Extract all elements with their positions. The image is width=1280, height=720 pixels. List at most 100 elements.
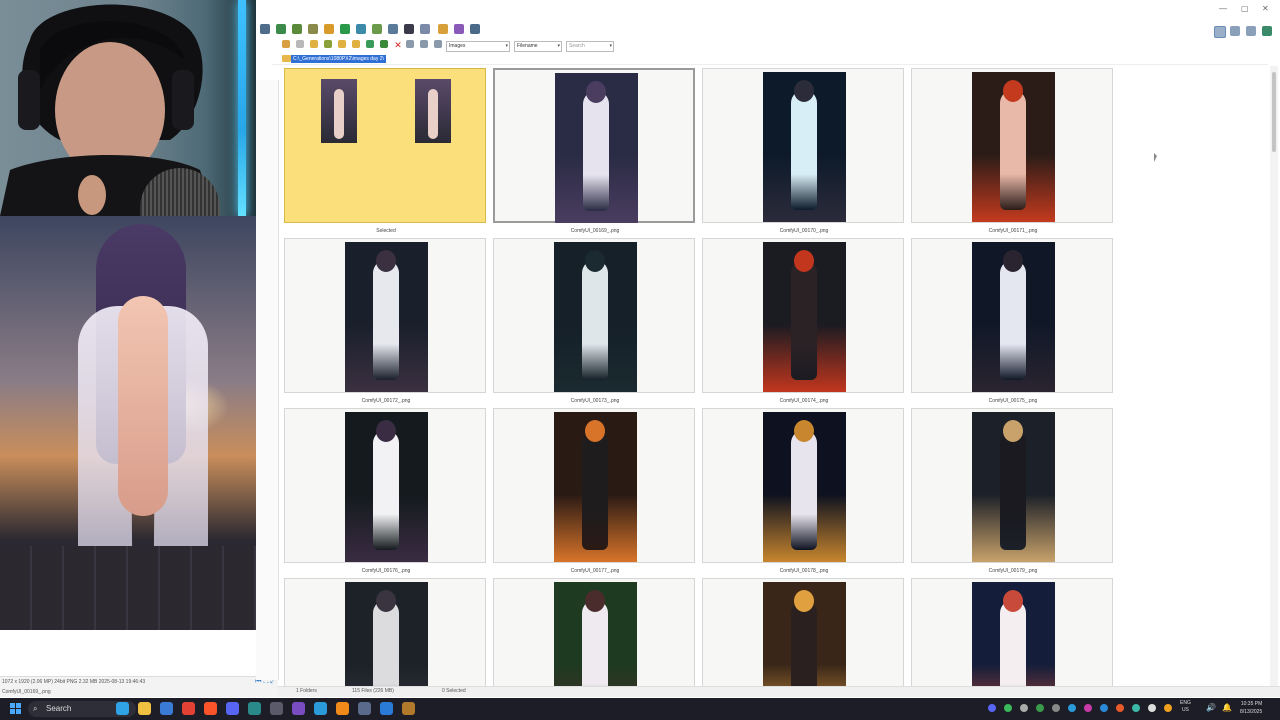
taskbar-app-discord[interactable] [226, 702, 239, 715]
new-folder-icon[interactable] [352, 40, 360, 48]
image-thumbnail[interactable]: ComfyUI_00176_.png [284, 408, 488, 578]
taskbar-app-edge[interactable] [116, 702, 129, 715]
minimize-button[interactable]: — [1219, 4, 1227, 13]
settings-icon[interactable] [324, 24, 334, 34]
sort-field-select[interactable]: Filename ▾ [514, 41, 562, 52]
wallpaper-icon[interactable] [454, 24, 464, 34]
tray-app-icon[interactable] [1164, 704, 1172, 712]
layout-fullscreen-icon[interactable] [1246, 26, 1256, 36]
scan-icon[interactable] [420, 24, 430, 34]
tray-app-icon[interactable] [1052, 704, 1060, 712]
taskbar-app-visual-studio[interactable] [292, 702, 305, 715]
copy-icon[interactable] [388, 24, 398, 34]
image-thumbnail[interactable] [911, 578, 1115, 686]
thumbnail-caption: ComfyUI_00169_.png [570, 228, 620, 234]
address-bar[interactable]: C:\_Generations\1080PX2\images day 2\ [272, 54, 1268, 65]
tray-app-icon[interactable] [1068, 704, 1076, 712]
thumbnail-image [972, 582, 1055, 686]
image-thumbnail[interactable]: ComfyUI_00175_.png [911, 238, 1115, 408]
taskbar-app-vlc[interactable] [336, 702, 349, 715]
forward-icon[interactable] [296, 40, 304, 48]
taskbar-app-chrome[interactable] [182, 702, 195, 715]
taskbar-app-obs[interactable] [270, 702, 283, 715]
batch-icon[interactable] [356, 24, 366, 34]
taskbar-app-store[interactable] [160, 702, 173, 715]
taskbar-app-viewer[interactable] [358, 702, 371, 715]
vertical-scrollbar[interactable] [1270, 66, 1278, 686]
layout-expand-icon[interactable] [1262, 26, 1272, 36]
home-icon[interactable] [324, 40, 332, 48]
open-icon[interactable] [276, 24, 286, 34]
image-thumbnail[interactable]: ComfyUI_00179_.png [911, 408, 1115, 578]
tag-icon[interactable] [340, 24, 350, 34]
up-folder-icon[interactable] [310, 40, 318, 48]
back-icon[interactable] [282, 40, 290, 48]
thumbnail-image [554, 242, 637, 392]
favorites-icon[interactable] [338, 40, 346, 48]
layout-thumbnails-icon[interactable] [1214, 26, 1226, 38]
image-thumbnail[interactable]: ComfyUI_00178_.png [702, 408, 906, 578]
image-thumbnail[interactable]: ComfyUI_00177_.png [493, 408, 697, 578]
scrollbar-thumb[interactable] [1272, 72, 1276, 152]
input-language[interactable]: ENG US [1180, 700, 1191, 714]
thumbnail-frame [284, 408, 486, 563]
close-button[interactable]: ✕ [1262, 4, 1269, 13]
image-thumbnail[interactable] [493, 578, 697, 686]
view-details-icon[interactable] [406, 40, 414, 48]
image-thumbnail[interactable]: ComfyUI_00170_.png [702, 68, 906, 238]
tray-app-icon[interactable] [1020, 704, 1028, 712]
image-thumbnail[interactable]: ComfyUI_00172_.png [284, 238, 488, 408]
search-input[interactable]: Search ▾ [566, 41, 614, 52]
tray-app-icon[interactable] [1004, 704, 1012, 712]
volume-icon[interactable]: 🔊 [1206, 703, 1216, 712]
folder-path[interactable]: C:\_Generations\1080PX2\images day 2\ [291, 55, 386, 63]
image-thumbnail[interactable]: ComfyUI_00173_.png [493, 238, 697, 408]
selected-count: 0 Selected [442, 688, 466, 694]
slideshow-icon[interactable] [308, 24, 318, 34]
thumbnail-grid[interactable]: Selected ComfyUI_00169_.png ComfyUI_00170_… [284, 68, 1268, 686]
grid-icon[interactable] [470, 24, 480, 34]
selected-group-thumbnail[interactable]: Selected [284, 68, 488, 238]
image-thumbnail[interactable] [284, 578, 488, 686]
taskbar-app-notepad[interactable] [314, 702, 327, 715]
print-icon[interactable] [404, 24, 414, 34]
system-clock[interactable]: 10:35 PM 8/13/2025 [1240, 700, 1262, 716]
tray-app-icon[interactable] [1100, 704, 1108, 712]
tray-app-icon[interactable] [1116, 704, 1124, 712]
image-preview-pane[interactable] [0, 216, 278, 630]
image-thumbnail[interactable]: ComfyUI_00171_.png [911, 68, 1115, 238]
file-filter-select[interactable]: Images ▾ [446, 41, 510, 52]
tray-app-icon[interactable] [1132, 704, 1140, 712]
refresh-icon[interactable] [366, 40, 374, 48]
browse-icon[interactable] [292, 24, 302, 34]
taskbar-app-terminal[interactable] [248, 702, 261, 715]
folder-icon[interactable] [438, 24, 448, 34]
taskbar-app-brave[interactable] [204, 702, 217, 715]
image-thumbnail[interactable] [702, 578, 906, 686]
tray-app-icon[interactable] [988, 704, 996, 712]
image-thumbnail[interactable]: ComfyUI_00174_.png [702, 238, 906, 408]
tray-app-icon[interactable] [1084, 704, 1092, 712]
image-thumbnail[interactable]: ComfyUI_00169_.png [493, 68, 697, 238]
start-button[interactable] [10, 703, 22, 715]
sync-icon[interactable] [380, 40, 388, 48]
view-list-icon[interactable] [420, 40, 428, 48]
taskbar-app-paint[interactable] [380, 702, 393, 715]
thumbnail-frame [493, 578, 695, 686]
notification-icon[interactable]: 🔔 [1222, 703, 1232, 712]
taskbar-app-file-explorer[interactable] [138, 702, 151, 715]
layout-preview-icon[interactable] [1230, 26, 1240, 36]
delete-icon[interactable]: ✕ [394, 40, 402, 50]
folder-tree-strip[interactable] [256, 80, 279, 680]
thumbnail-image [763, 242, 846, 392]
thumbnail-image [763, 72, 846, 222]
tray-app-icon[interactable] [1036, 704, 1044, 712]
menu-icon[interactable] [260, 24, 270, 34]
view-thumbs-icon[interactable] [434, 40, 442, 48]
taskbar-app-settings[interactable] [402, 702, 415, 715]
folders-count: 1 Folders [296, 688, 317, 694]
convert-icon[interactable] [372, 24, 382, 34]
thumbnail-caption: ComfyUI_00172_.png [361, 398, 411, 404]
tray-app-icon[interactable] [1148, 704, 1156, 712]
maximize-button[interactable]: ▢ [1241, 4, 1249, 13]
